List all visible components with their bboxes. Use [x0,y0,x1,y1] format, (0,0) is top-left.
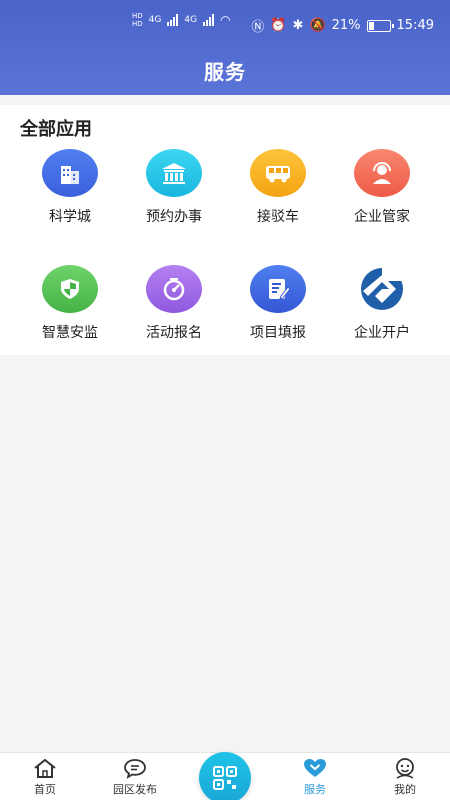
app-label: 企业管家 [354,209,410,225]
app-yuyue-banshi[interactable]: 预约办事 [122,147,226,241]
scan-button[interactable] [199,752,251,800]
network-type: 4G [148,15,162,25]
heart-chevron-icon [304,759,326,777]
app-label: 企业开户 [354,325,410,341]
bank-icon [146,149,202,197]
app-label: 科学城 [49,209,91,225]
speedometer-icon [146,265,202,313]
all-apps-panel: 全部应用 科学城 预约办事 接驳车 企业管家 智慧安监 活动报名 项目填报 企业… [0,105,450,355]
wifi-icon: ◠ [220,13,231,27]
battery-icon [366,19,394,32]
user-face-icon [396,758,414,779]
signal-group: HD HD 4G 4G ◠ [132,12,231,28]
tab-label: 首页 [34,783,56,796]
mute-icon: 🔕 [309,18,326,33]
app-grid: 科学城 预约办事 接驳车 企业管家 智慧安监 活动报名 项目填报 企业开户 [0,147,450,357]
app-huodong-baoming[interactable]: 活动报名 [122,263,226,357]
signal-strength-icon [167,14,179,26]
ccb-bank-logo-icon [354,265,410,313]
app-xiangmu-tianbao[interactable]: 项目填报 [226,263,330,357]
app-qiye-kaihu[interactable]: 企业开户 [330,263,434,357]
edit-form-icon [250,265,306,313]
status-bar: HD HD 4G 4G ◠ Ⓝ ⏰ ✱ 🔕 21% 15:49 [0,10,450,40]
signal-strength-icon-2 [203,14,215,26]
tab-service[interactable]: 服务 [270,757,360,797]
tab-label: 我的 [394,783,416,796]
app-kexuecheng[interactable]: 科学城 [18,147,122,241]
tab-mine[interactable]: 我的 [360,757,450,797]
section-title: 全部应用 [20,119,92,140]
app-label: 活动报名 [146,325,202,341]
status-right: Ⓝ ⏰ ✱ 🔕 21% 15:49 [251,16,434,35]
tab-label: 园区发布 [113,783,157,796]
nfc-icon: Ⓝ [251,20,265,35]
qr-scan-icon [213,766,237,790]
network-type-2: 4G [184,15,198,25]
shield-icon [42,265,98,313]
clock: 15:49 [396,18,434,33]
app-zhihui-anjian[interactable]: 智慧安监 [18,263,122,357]
header-bar: HD HD 4G 4G ◠ Ⓝ ⏰ ✱ 🔕 21% 15:49 服务 [0,0,450,95]
app-jiebo-che[interactable]: 接驳车 [226,147,330,241]
app-label: 智慧安监 [42,325,98,341]
hd-badge-icon: HD HD [132,12,143,28]
tab-label: 服务 [304,783,326,796]
alarm-icon: ⏰ [270,18,287,33]
bus-icon [250,149,306,197]
app-qiye-guanjia[interactable]: 企业管家 [330,147,434,241]
home-icon [34,758,56,778]
tab-park-publish[interactable]: 园区发布 [90,757,180,797]
battery-percent: 21% [331,18,361,33]
tab-home[interactable]: 首页 [0,757,90,797]
headset-agent-icon [354,149,410,197]
bluetooth-icon: ✱ [292,18,304,33]
page-title: 服务 [204,60,246,84]
app-label: 项目填报 [250,325,306,341]
app-label: 预约办事 [146,209,202,225]
app-label: 接驳车 [257,209,299,225]
building-icon [42,149,98,197]
chat-bubble-icon [124,759,146,779]
